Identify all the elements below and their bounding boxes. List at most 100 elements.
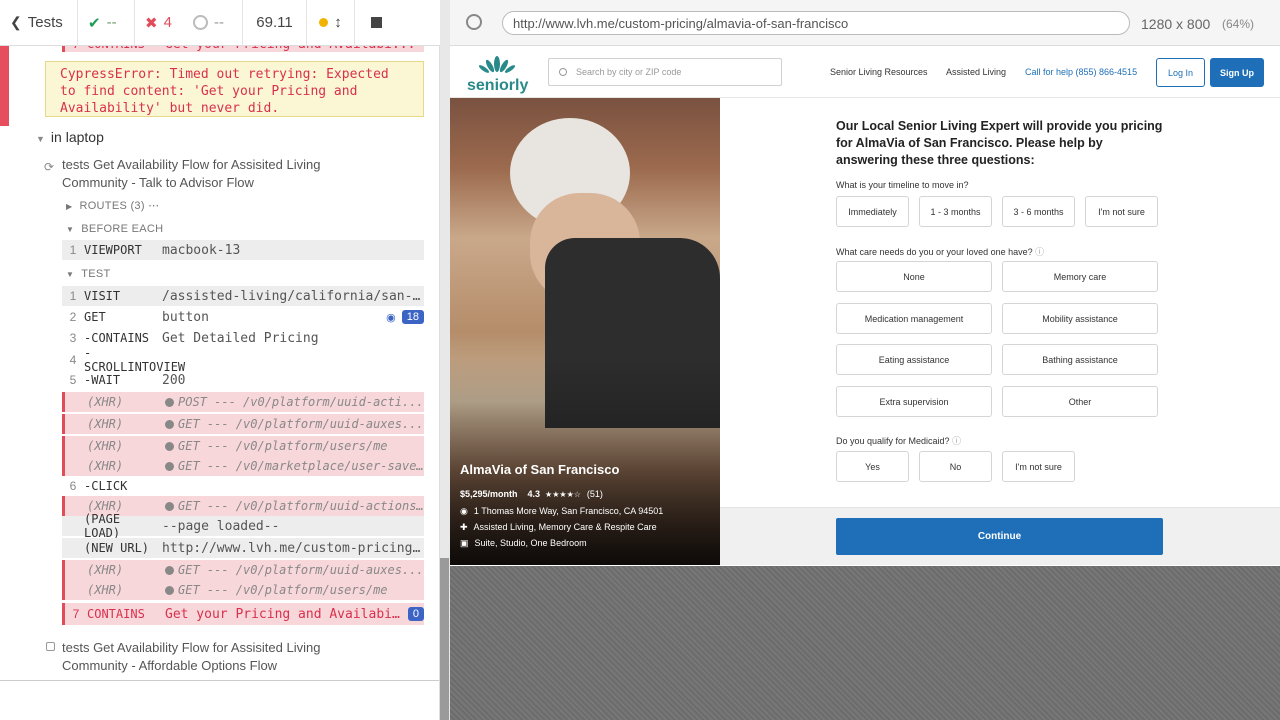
command-row[interactable]: 2 GET button ◉ 18	[62, 307, 424, 327]
cmd-name: VIEWPORT	[84, 243, 142, 257]
cmd-message: http://www.lvh.me/custom-pricing/...	[162, 541, 424, 556]
command-row[interactable]: 5 -WAIT 200	[62, 370, 424, 390]
command-row[interactable]: (XHR) GET --- /v0/marketplace/user-saves?…	[62, 456, 424, 476]
q2-option-bathing[interactable]: Bathing assistance	[1002, 344, 1158, 375]
xhr-status-dot	[165, 420, 174, 429]
community-rating: 4.3	[527, 489, 541, 499]
rating-stars-icon: ★★★★☆	[545, 489, 581, 499]
cmd-message: POST --- /v0/platform/uuid-acti...	[165, 395, 424, 409]
pricing-questionnaire: Our Local Senior Living Expert will prov…	[720, 98, 1280, 507]
cmd-name: CONTAINS	[87, 607, 145, 621]
pending-count: --	[183, 0, 243, 46]
call-for-help-link[interactable]: Call for help (855) 866-4515	[1025, 67, 1137, 77]
cmd-name: (XHR)	[87, 395, 124, 409]
command-row[interactable]: 7 CONTAINS Get your Pricing and Availabil.…	[62, 603, 424, 625]
stop-button[interactable]	[355, 0, 397, 46]
cmd-message: --page loaded--	[162, 519, 424, 534]
q1-option-immediately[interactable]: Immediately	[836, 196, 909, 227]
cmd-name: (XHR)	[87, 439, 124, 453]
crosshair-icon[interactable]	[466, 14, 482, 30]
search-placeholder: Search by city or ZIP code	[576, 67, 682, 77]
test-row-1[interactable]: ⟳ tests Get Availability Flow for Assisi…	[44, 156, 344, 192]
command-row[interactable]: (PAGE LOAD) --page loaded--	[62, 512, 424, 540]
help-icon[interactable]: ⓘ	[952, 436, 961, 446]
cmd-name: (XHR)	[87, 583, 124, 597]
cmd-message: 200	[162, 373, 424, 388]
viewport-size: 1280 x 800	[1141, 16, 1211, 32]
scrollbar-thumb[interactable]	[440, 558, 449, 720]
failure-indicator-bar	[0, 46, 9, 126]
failed-count: ✖ 4	[135, 0, 183, 46]
q2-option-other[interactable]: Other	[1002, 386, 1158, 417]
community-care-row: ✚ Assisted Living, Memory Care & Respite …	[460, 522, 657, 533]
q2-option-supervision[interactable]: Extra supervision	[836, 386, 992, 417]
auto-scroll-toggle[interactable]: ↕	[307, 0, 355, 46]
login-button[interactable]: Log In	[1156, 58, 1205, 87]
cross-icon: ✖	[145, 14, 158, 32]
url-bar[interactable]: http://www.lvh.me/custom-pricing/almavia…	[502, 11, 1130, 35]
nav-assisted-living[interactable]: Assisted Living	[946, 67, 1006, 77]
search-icon	[559, 68, 567, 76]
search-input[interactable]: Search by city or ZIP code	[548, 58, 782, 86]
q3-option-not-sure[interactable]: I'm not sure	[1002, 451, 1075, 482]
bed-icon: ▣	[460, 538, 469, 548]
command-row[interactable]: (XHR) GET --- /v0/platform/uuid-auxes...	[62, 414, 424, 434]
tests-button[interactable]: ❮ Tests	[0, 0, 78, 46]
cmd-number: 6	[69, 479, 77, 493]
chevron-left-icon: ❮	[10, 14, 22, 30]
xhr-status-dot	[165, 566, 174, 575]
before-each-toggle[interactable]: ▼ BEFORE EACH	[66, 223, 163, 235]
q1-option-not-sure[interactable]: I'm not sure	[1085, 196, 1158, 227]
cmd-number: 3	[69, 331, 77, 345]
failed-value: 4	[163, 14, 172, 31]
command-row[interactable]: 6 -CLICK	[62, 476, 424, 496]
command-row[interactable]: 1 VISIT/assisted-living/california/san-f.…	[62, 286, 424, 306]
nav-senior-living-resources[interactable]: Senior Living Resources	[830, 67, 928, 77]
cmd-name: (XHR)	[87, 459, 124, 473]
aut-background	[450, 566, 1280, 720]
cmd-name: -WAIT	[84, 373, 121, 387]
q1-option-1-3-months[interactable]: 1 - 3 months	[919, 196, 992, 227]
command-row[interactable]: (NEW URL) http://www.lvh.me/custom-pricin…	[62, 538, 424, 558]
xhr-status-dot	[165, 586, 174, 595]
cmd-name: (PAGE LOAD)	[84, 512, 121, 540]
cmd-name: -CONTAINS	[84, 331, 150, 345]
command-row[interactable]: (XHR) GET --- /v0/platform/users/me	[62, 580, 424, 600]
command-row[interactable]: 4 -SCROLLINTOVIEW	[62, 346, 424, 374]
suite-row[interactable]: ▼ in laptop	[36, 129, 104, 145]
cmd-message: GET --- /v0/marketplace/user-saves?fi...	[165, 459, 424, 473]
q3-option-yes[interactable]: Yes	[836, 451, 909, 482]
q2-option-none[interactable]: None	[836, 261, 992, 292]
cmd-number: 2	[69, 310, 77, 324]
signup-button[interactable]: Sign Up	[1210, 58, 1264, 87]
q2-option-eating[interactable]: Eating assistance	[836, 344, 992, 375]
xhr-status-dot	[165, 502, 174, 511]
q1-option-3-6-months[interactable]: 3 - 6 months	[1002, 196, 1075, 227]
command-row[interactable]: (XHR) GET --- /v0/platform/users/me	[62, 436, 424, 456]
q2-option-mobility[interactable]: Mobility assistance	[1002, 303, 1158, 334]
cmd-name: (XHR)	[87, 499, 124, 513]
spinner-icon	[193, 15, 208, 30]
cmd-number: 1	[69, 289, 77, 303]
community-reviews: (51)	[586, 489, 603, 499]
cmd-message-text: GET --- /v0/platform/uuid-auxes...	[178, 417, 424, 431]
cmd-name: (XHR)	[87, 563, 124, 577]
help-icon[interactable]: ⓘ	[1035, 247, 1044, 257]
command-row[interactable]: (XHR) POST --- /v0/platform/uuid-acti...	[62, 392, 424, 412]
test-section-toggle[interactable]: ▼ TEST	[66, 268, 111, 280]
caret-down-icon: ▼	[36, 134, 45, 144]
test-row-2[interactable]: tests Get Availability Flow for Assisite…	[46, 639, 346, 675]
logo-text: seniorly	[467, 77, 529, 94]
command-row[interactable]: (XHR) GET --- /v0/platform/uuid-auxes...	[62, 560, 424, 580]
q2-option-memory-care[interactable]: Memory care	[1002, 261, 1158, 292]
q2-option-medication[interactable]: Medication management	[836, 303, 992, 334]
seniorly-logo[interactable]: seniorly	[467, 54, 529, 94]
q3-option-no[interactable]: No	[919, 451, 992, 482]
cmd-message: button	[162, 310, 386, 325]
command-row[interactable]: 3 -CONTAINS Get Detailed Pricing	[62, 328, 424, 348]
routes-toggle[interactable]: ▶ ROUTES (3) ⋯	[66, 199, 159, 212]
cmd-number: 7	[72, 607, 80, 621]
continue-button[interactable]: Continue	[836, 518, 1163, 555]
passed-value: --	[106, 14, 117, 31]
command-row[interactable]: 1 VIEWPORT macbook-13	[62, 240, 424, 260]
